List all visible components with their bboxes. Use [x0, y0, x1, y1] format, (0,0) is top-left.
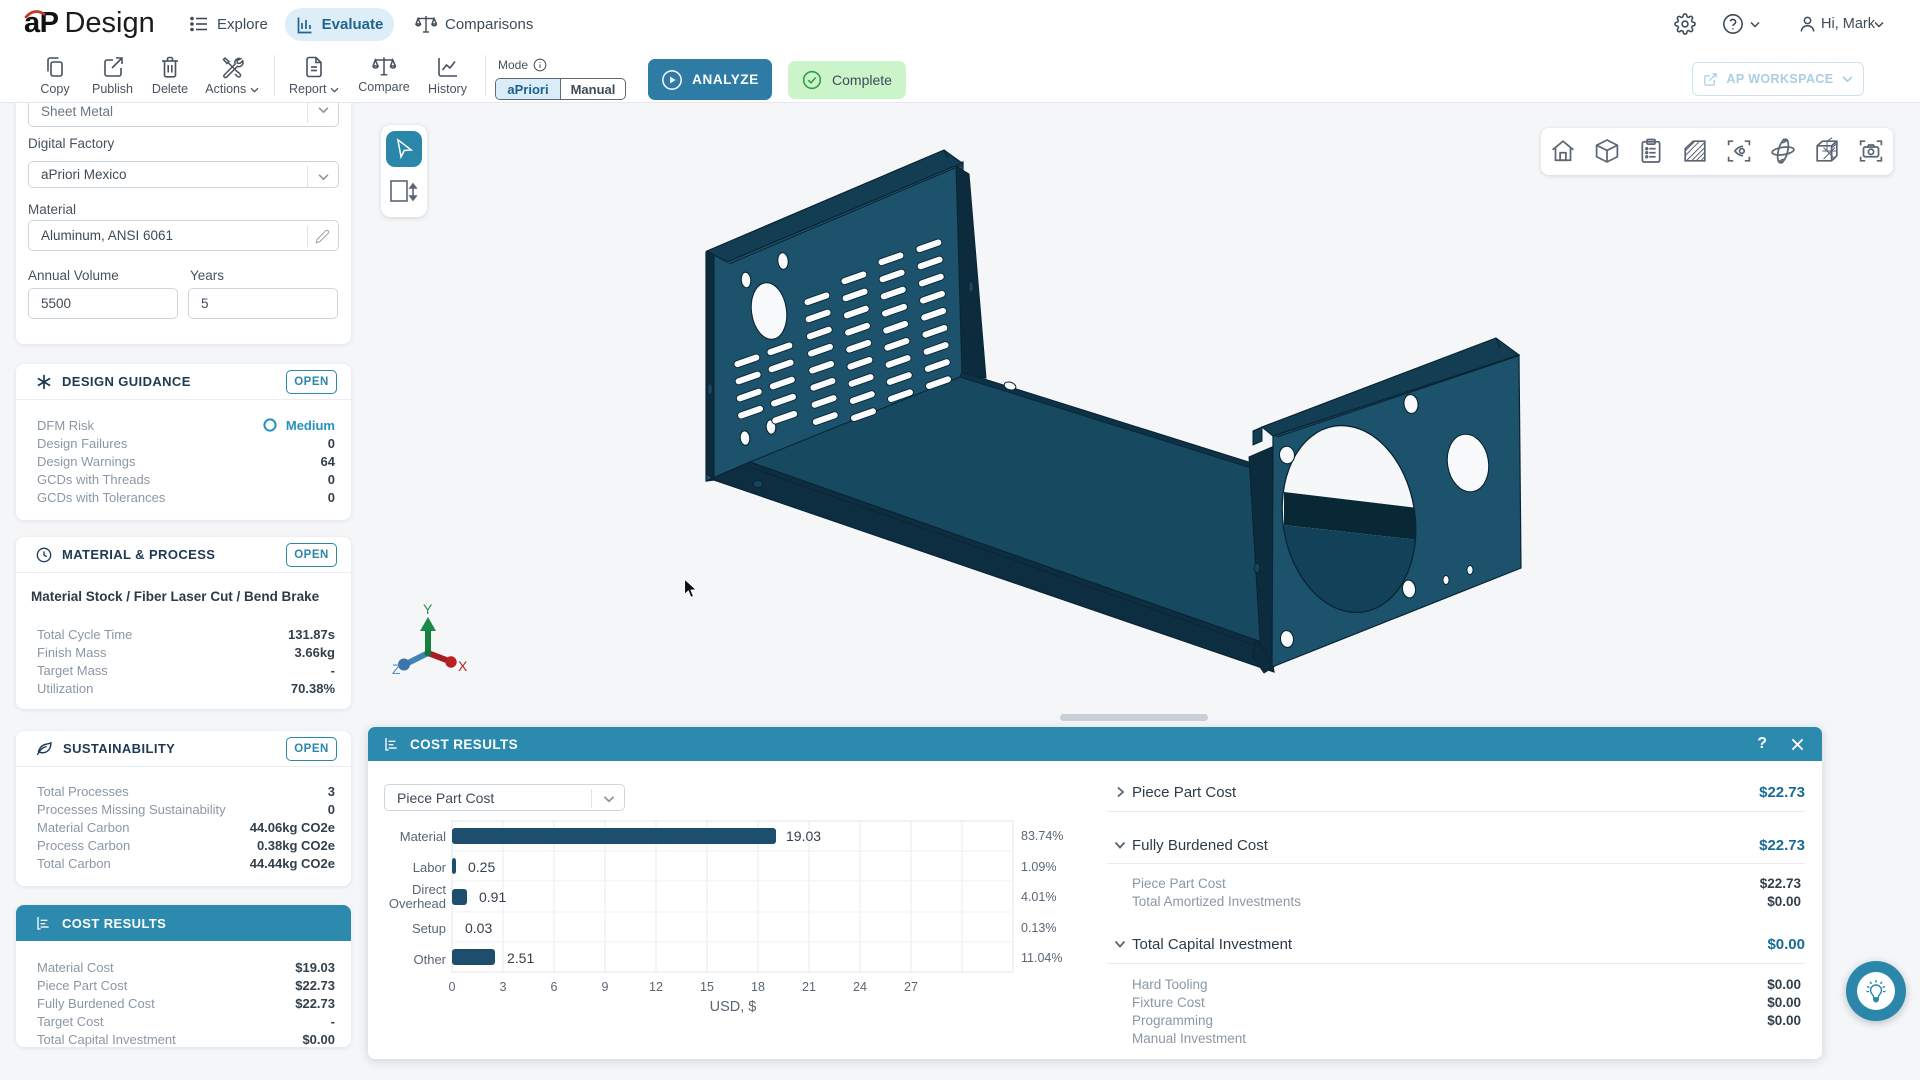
svg-text:Z: Z: [392, 661, 401, 677]
svg-text:Y: Y: [423, 601, 433, 617]
svg-text:X: X: [458, 658, 468, 674]
